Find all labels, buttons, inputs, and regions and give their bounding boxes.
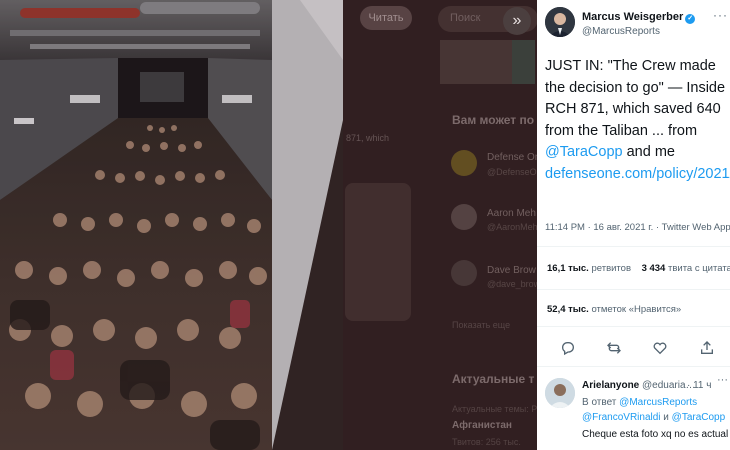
like-stats[interactable]: 52,4 тыс. отметок «Нравится» xyxy=(547,304,681,315)
trend-title[interactable]: Афганистан xyxy=(452,420,512,431)
divider xyxy=(537,246,730,247)
reply-button[interactable] xyxy=(558,338,578,358)
author-name[interactable]: Marcus Weisgerber ✓ xyxy=(582,11,696,24)
tweet-text-part2: and me xyxy=(622,144,675,160)
suggestion-avatar[interactable] xyxy=(451,260,477,286)
background-media-card xyxy=(345,183,411,321)
suggestion-name[interactable]: Dave Brow xyxy=(487,265,536,276)
author-handle[interactable]: @MarcusReports xyxy=(582,26,660,37)
background-tweet-snippet: 871, which xyxy=(346,133,390,143)
screen: Читать Поиск 871, which Вам может по Def… xyxy=(0,0,730,450)
retweet-button[interactable] xyxy=(604,338,624,358)
trend-count: Твитов: 256 тыс. xyxy=(452,437,521,447)
divider xyxy=(537,366,730,367)
reply-time: · 11 ч xyxy=(687,380,711,391)
reply-text: Cheque esta foto xq no es actual xyxy=(582,429,729,440)
who-to-follow-heading: Вам может по xyxy=(452,113,535,127)
reply-more-icon[interactable]: ··· xyxy=(717,374,728,386)
tweet-text: JUST IN: "The Crew made the decision to … xyxy=(545,56,730,185)
retweet-stats[interactable]: 16,1 тыс. ретвитов 3 434 твита с цитатам… xyxy=(547,263,730,274)
like-icon xyxy=(653,342,667,355)
suggestion-name[interactable]: Aaron Meh xyxy=(487,208,536,219)
author-avatar[interactable] xyxy=(545,7,575,37)
author-avatar-image xyxy=(545,7,575,37)
divider xyxy=(537,289,730,290)
quotes-count: 3 434 xyxy=(641,263,666,274)
cargo-plane-crowd-illustration xyxy=(0,0,343,450)
reply-mention[interactable]: @FrancoVRinaldi xyxy=(582,412,661,423)
retweets-label: ретвитов xyxy=(591,263,631,274)
reply-author-avatar[interactable] xyxy=(545,378,575,408)
reply-author-name: Arielanyone xyxy=(582,380,640,391)
retweets-count: 16,1 тыс. xyxy=(547,263,589,274)
suggestion-avatar[interactable] xyxy=(451,204,477,230)
trends-heading: Актуальные т xyxy=(452,372,535,386)
reply-author-avatar-image xyxy=(545,378,575,408)
replying-to: В ответ @MarcusReports @FrancoVRinaldi и… xyxy=(582,396,728,425)
show-more-link[interactable]: Показать еще xyxy=(452,320,510,330)
share-icon xyxy=(701,341,713,354)
tweet-text-part1: JUST IN: "The Crew made the decision to … xyxy=(545,58,726,139)
like-button[interactable] xyxy=(650,338,670,358)
likes-count: 52,4 тыс. xyxy=(547,304,589,315)
next-button[interactable]: » xyxy=(503,7,531,35)
suggestion-name[interactable]: Defense On xyxy=(487,152,540,163)
reply-time-text: · 11 ч xyxy=(687,380,712,391)
reply-and-word: и xyxy=(663,411,669,423)
reply-mention[interactable]: @MarcusReports xyxy=(619,397,697,408)
author-name-text: Marcus Weisgerber xyxy=(582,11,684,23)
tweet-actions xyxy=(537,338,730,358)
tweet-detail-panel: Marcus Weisgerber ✓ @MarcusReports ··· JU… xyxy=(537,0,730,450)
suggestion-handle: @AaronMeh xyxy=(487,222,538,232)
tweet-photo[interactable] xyxy=(0,0,343,450)
chevron-right-icon: » xyxy=(512,12,522,29)
suggestion-handle: @dave_brow xyxy=(487,279,541,289)
likes-label: отметок «Нравится» xyxy=(591,304,682,315)
retweet-icon xyxy=(607,342,621,354)
reply-icon xyxy=(562,342,574,356)
article-link[interactable]: defenseone.com/policy/2021/08… xyxy=(545,166,730,182)
tweet-timestamp[interactable]: 11:14 PM · 16 авг. 2021 г. · Twitter Web… xyxy=(545,222,730,233)
suggestion-avatar[interactable] xyxy=(451,150,477,176)
more-icon[interactable]: ··· xyxy=(713,8,728,22)
divider xyxy=(537,326,730,327)
read-button[interactable]: Читать xyxy=(360,6,412,30)
verified-icon: ✓ xyxy=(685,14,696,24)
reply-mention[interactable]: @TaraCopp xyxy=(672,412,726,423)
share-button[interactable] xyxy=(697,338,717,358)
quotes-label: твита с цитатами xyxy=(667,263,730,274)
trend-image-thumbnail-2 xyxy=(512,40,535,84)
reply-author[interactable]: Arielanyone @eduaria… xyxy=(582,380,696,391)
suggestion-handle: @DefenseOn xyxy=(487,167,542,177)
replying-prefix: В ответ xyxy=(582,397,617,408)
mention-link[interactable]: @TaraCopp xyxy=(545,144,623,160)
